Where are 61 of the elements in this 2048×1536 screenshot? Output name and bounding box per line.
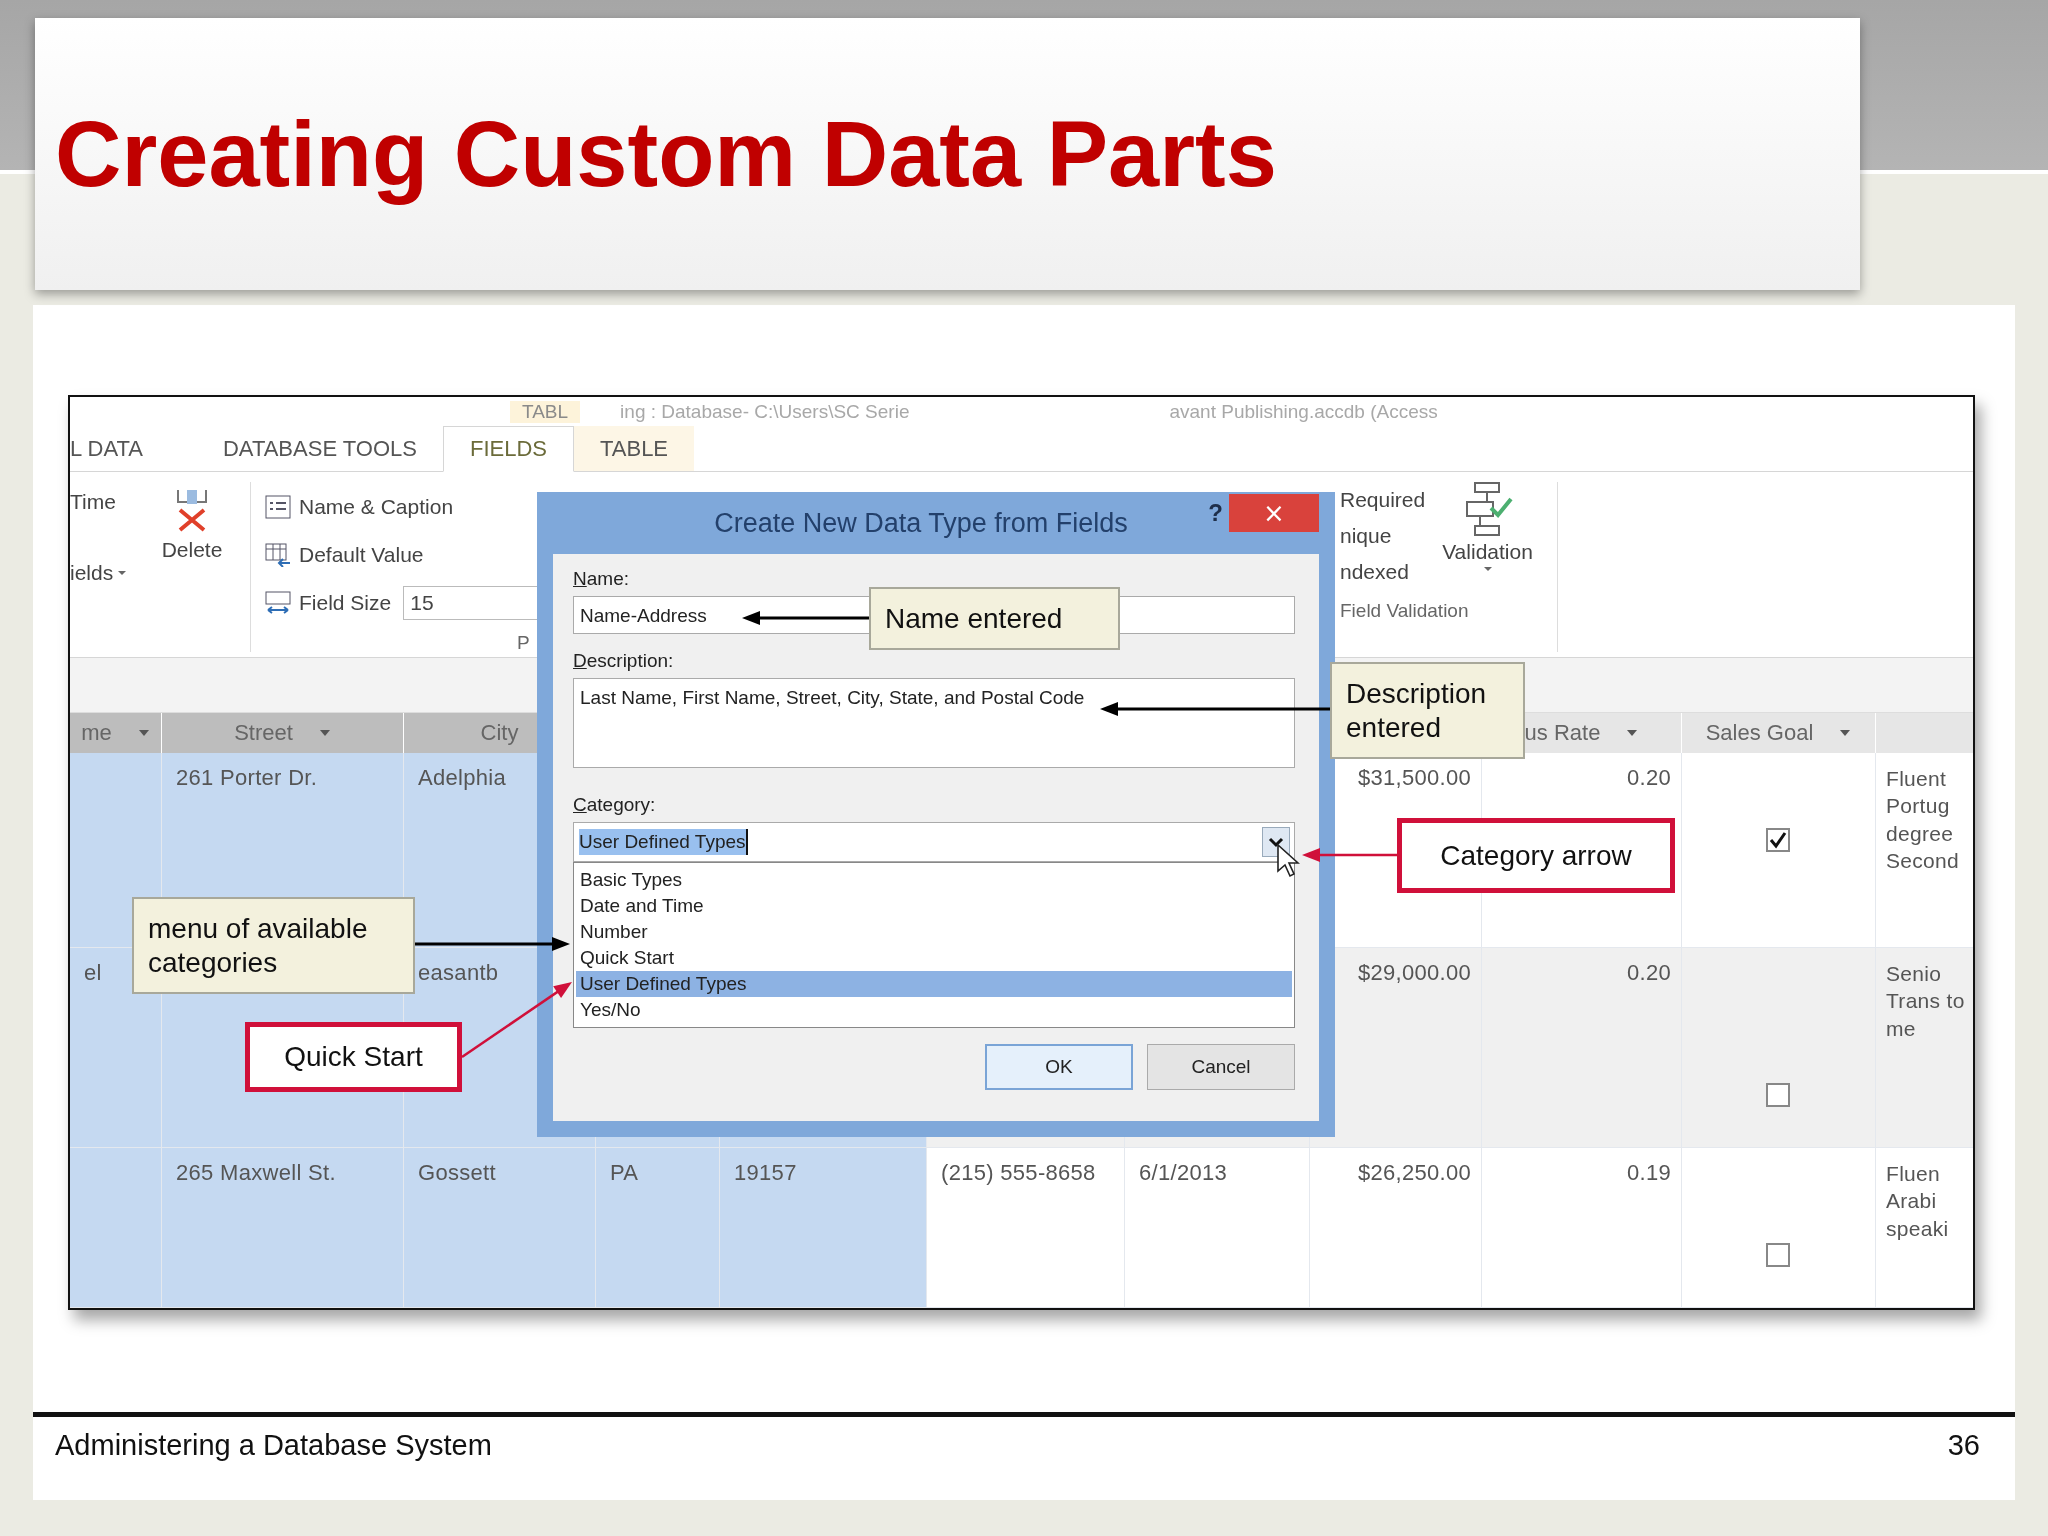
column-header[interactable]: Sales Goal [1682, 713, 1876, 753]
ribbon-tab[interactable]: FIELDS [442, 426, 574, 472]
table-icon [265, 542, 291, 567]
callout-tooltip: Name entered [869, 587, 1120, 650]
help-button[interactable]: ? [1202, 498, 1229, 528]
table-cell: 0.20 [1482, 948, 1682, 1148]
group-label: P [517, 631, 531, 654]
window-title: avant Publishing.accdb (Access [1169, 400, 1438, 423]
dropdown-icon [1482, 565, 1493, 572]
table-cell: Fluen Arabi speaki [1876, 1148, 1973, 1308]
delete-button[interactable]: Delete [148, 487, 236, 562]
list-item[interactable]: User Defined Types [576, 971, 1292, 997]
ribbon-tab[interactable]: L DATA [70, 426, 169, 471]
checkbox[interactable] [1766, 1243, 1790, 1267]
ribbon-tab[interactable]: DATABASE TOOLS [196, 426, 443, 471]
ribbon-item[interactable]: Required [1340, 487, 1426, 512]
callout-tooltip: Description entered [1330, 662, 1525, 759]
ribbon-item[interactable]: ndexed [1340, 559, 1409, 584]
ribbon-tab[interactable]: TABLE [574, 426, 695, 471]
ribbon-label: Field Size [299, 590, 392, 615]
description-field[interactable]: Last Name, First Name, Street, City, State, and Postal Code [573, 678, 1295, 768]
table-cell: Gossett [404, 1148, 596, 1308]
field-label: Name: [573, 568, 629, 590]
dialog-button[interactable]: Cancel [1147, 1044, 1295, 1090]
dialog-title: Create New Data Type from Fields [714, 507, 1128, 539]
window-title: ing : Database- C:\Users\SC Serie [620, 400, 910, 423]
table-cell: 19157 [720, 1148, 927, 1308]
ribbon-item[interactable]: Default Value [299, 542, 424, 567]
filter-arrow-icon[interactable] [318, 729, 331, 737]
table-cell: (215) 555-8658 [927, 1148, 1125, 1308]
callout-tooltip: Category arrow [1397, 818, 1675, 893]
table-cell: 0.19 [1482, 1148, 1682, 1308]
dropdown-icon [117, 569, 128, 576]
ribbon-item[interactable]: ields [70, 560, 148, 585]
page-number: 36 [1947, 1429, 1980, 1462]
ribbon-item[interactable]: Name & Caption [299, 494, 454, 519]
filter-arrow-icon[interactable] [1839, 729, 1852, 737]
field-label: Description: [573, 650, 674, 672]
table-cell: 265 Maxwell St. [162, 1148, 404, 1308]
slide-title: Creating Custom Data Parts [55, 101, 1277, 207]
table-cell: Senio Trans to me [1876, 948, 1973, 1148]
contextual-label: TABL [510, 400, 581, 423]
field-size-icon [265, 589, 291, 616]
close-button[interactable]: × [1229, 494, 1319, 532]
validation-button[interactable]: Validation [1432, 481, 1543, 572]
callout-tooltip: menu of available categories [132, 897, 415, 994]
table-cell: 6/1/2013 [1125, 1148, 1310, 1308]
table-cell: PA [596, 1148, 720, 1308]
checkbox[interactable] [1766, 1083, 1790, 1107]
checkbox[interactable] [1766, 828, 1790, 852]
table-cell: $26,250.00 [1310, 1148, 1482, 1308]
callout-tooltip: Quick Start [245, 1022, 462, 1092]
dialog-button[interactable]: OK [985, 1044, 1133, 1090]
filter-arrow-icon[interactable] [137, 729, 150, 737]
caption-icon [265, 494, 291, 519]
ribbon-item[interactable]: nique [1340, 523, 1392, 548]
table-cell: Fluent Portug degree Second [1876, 753, 1973, 948]
group-label: Field Validation [1340, 599, 1469, 622]
footer-text: Administering a Database System [55, 1429, 492, 1462]
ribbon-item[interactable]: Time [70, 489, 148, 514]
filter-arrow-icon[interactable] [1626, 729, 1639, 737]
